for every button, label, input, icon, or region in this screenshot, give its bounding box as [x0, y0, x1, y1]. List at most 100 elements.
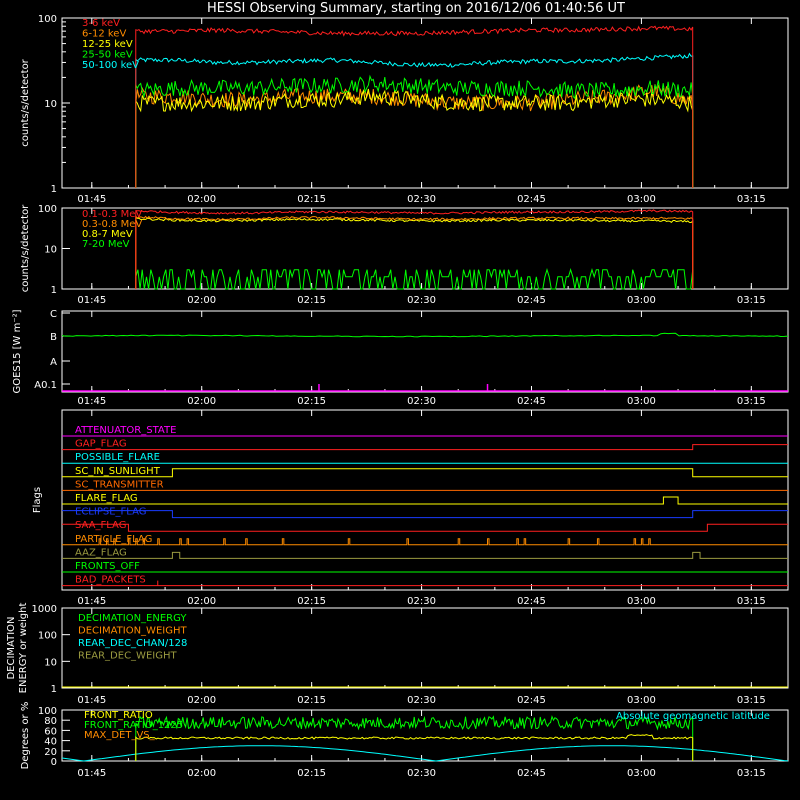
observing-summary-figure: HESSI Observing Summary, starting on 201… [0, 0, 800, 800]
y-axis-label: DECIMATION [6, 616, 17, 679]
legend-entry: 7-20 MeV [82, 239, 130, 250]
panel-frame [61, 310, 789, 393]
legend-entry: 6-12 keV [82, 29, 126, 40]
y-tick-label: A0.1 [34, 380, 57, 391]
time-tick-label: 02:00 [187, 295, 216, 306]
flag-label: ATTENUATOR_STATE [75, 425, 176, 436]
y-axis-label: Degrees or % [20, 702, 31, 770]
time-tick-label: 03:00 [627, 396, 656, 407]
time-tick-label: 02:30 [407, 695, 436, 706]
time-tick-label: 03:15 [737, 194, 766, 205]
legend-entry: DECIMATION_ENERGY [78, 613, 187, 624]
time-tick-label: 02:45 [517, 194, 546, 205]
time-tick-label: 02:30 [407, 596, 436, 607]
y-tick-label: 100 [38, 204, 57, 215]
flag-label: FRONTS_OFF [75, 561, 140, 572]
y-tick-label: 1 [51, 684, 57, 695]
y-axis-label: ENERGY or weight [18, 603, 29, 694]
time-tick-label: 02:30 [407, 768, 436, 779]
time-tick-label: 03:15 [737, 295, 766, 306]
y-tick-label: 100 [38, 14, 57, 25]
flag-label: GAP_FLAG [75, 439, 127, 450]
y-tick-label: 40 [44, 737, 57, 748]
time-tick-label: 02:00 [187, 596, 216, 607]
time-tick-label: 03:00 [627, 596, 656, 607]
flag-trace [62, 468, 788, 478]
panel-frame [61, 17, 789, 189]
time-tick-label: 02:45 [517, 295, 546, 306]
time-tick-label: 02:45 [517, 396, 546, 407]
time-tick-label: 02:45 [517, 596, 546, 607]
legend-entry: REAR_DEC_CHAN/128 [78, 638, 187, 649]
series-line-50-100-keV [135, 52, 694, 189]
flag-trace [62, 538, 788, 546]
flag-trace [62, 551, 788, 559]
time-tick-label: 02:15 [297, 396, 326, 407]
y-tick-label: 10 [44, 245, 57, 256]
flag-trace [62, 496, 788, 505]
time-tick-label: 03:00 [627, 295, 656, 306]
flag-label: SC_IN_SUNLIGHT [75, 466, 161, 477]
series-line-0.3-0.8-MeV [135, 215, 694, 290]
time-tick-label: 01:45 [77, 768, 106, 779]
legend-entry: 12-25 keV [82, 39, 133, 50]
time-tick-label: 02:45 [517, 695, 546, 706]
flag-trace [62, 523, 788, 532]
flag-trace [62, 510, 788, 519]
time-tick-label: 01:45 [77, 695, 106, 706]
y-tick-label: 80 [44, 716, 57, 727]
time-tick-label: 01:45 [77, 396, 106, 407]
legend-entry: DECIMATION_WEIGHT [78, 626, 187, 637]
y-tick-label: A [50, 357, 57, 368]
flag-label: FLARE_FLAG [75, 493, 138, 504]
y-tick-label: 10 [44, 99, 57, 110]
time-tick-label: 03:00 [627, 194, 656, 205]
legend-entry: 3-6 keV [82, 18, 120, 29]
flag-trace [62, 580, 788, 587]
time-tick-label: 02:15 [297, 295, 326, 306]
figure-canvas: HESSI Observing Summary, starting on 201… [6, 1, 789, 779]
y-tick-label: 20 [44, 747, 57, 758]
time-tick-label: 02:00 [187, 396, 216, 407]
time-tick-label: 03:15 [737, 596, 766, 607]
time-tick-label: 02:30 [407, 396, 436, 407]
legend-entry: 50-100 keV [82, 60, 139, 71]
y-tick-label: C [50, 309, 57, 320]
series-line-12-25-keV [135, 88, 694, 189]
time-tick-label: 02:00 [187, 768, 216, 779]
time-tick-label: 01:45 [77, 295, 106, 306]
front-ratio-line [135, 734, 694, 762]
series-line-0.8-7-MeV [135, 216, 694, 290]
time-tick-label: 01:45 [77, 596, 106, 607]
flag-label: SC_TRANSMITTER [75, 479, 164, 490]
series-line-7-20-MeV [135, 267, 694, 290]
time-tick-label: 02:30 [407, 194, 436, 205]
flag-label: AAZ_FLAG [75, 547, 127, 558]
time-tick-label: 02:00 [187, 695, 216, 706]
y-tick-label: B [50, 332, 57, 343]
time-tick-label: 02:15 [297, 596, 326, 607]
y-tick-label: 100 [38, 706, 57, 717]
legend-entry: 25-50 keV [82, 50, 133, 61]
y-tick-label: 60 [44, 726, 57, 737]
time-tick-label: 01:45 [77, 194, 106, 205]
time-tick-label: 02:00 [187, 194, 216, 205]
flag-label: BAD_PACKETS [75, 575, 146, 586]
y-axis-label: counts/s/detector [20, 204, 31, 292]
y-axis-label: Flags [32, 487, 43, 513]
legend-entry: REAR_DEC_WEIGHT [78, 651, 177, 662]
time-tick-label: 02:15 [297, 194, 326, 205]
time-tick-label: 02:30 [407, 295, 436, 306]
panel-frame [61, 409, 789, 591]
y-tick-label: 1 [51, 285, 57, 296]
y-tick-label: 100 [38, 631, 57, 642]
flag-label: ECLIPSE_FLAG [75, 507, 146, 518]
geomagnetic-annotation: Absolute geomagnetic latitude [616, 711, 770, 722]
time-tick-label: 03:15 [737, 695, 766, 706]
legend-entry: MAX_DET_VS_ [84, 730, 156, 741]
time-tick-label: 02:15 [297, 695, 326, 706]
y-axis-label: GOES15 [W m⁻²] [12, 309, 23, 393]
time-tick-label: 03:00 [627, 768, 656, 779]
flag-label: SAA_FLAG [75, 520, 126, 531]
y-axis-label: counts/s/detector [20, 58, 31, 146]
